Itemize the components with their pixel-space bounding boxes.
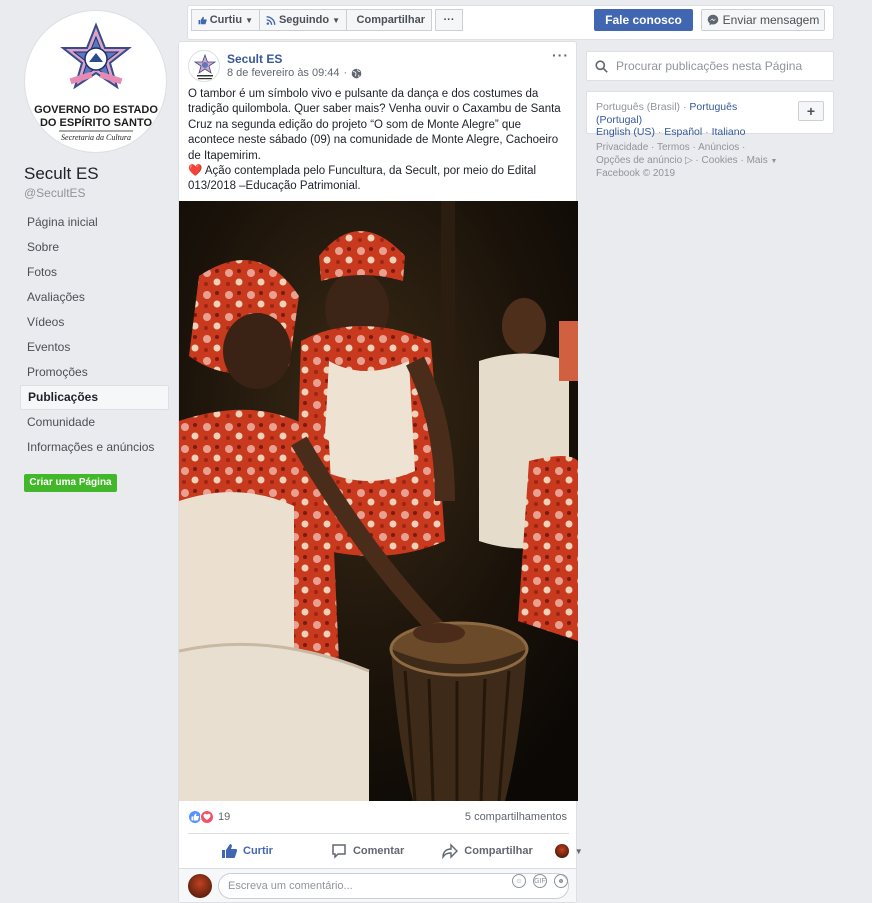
nav-item-home[interactable]: Página inicial: [20, 210, 169, 235]
chevron-down-icon: ▼: [574, 846, 583, 856]
post-actions: Curtir Comentar Compartilhar ▼: [188, 835, 583, 867]
reaction-summary[interactable]: 19: [188, 810, 230, 824]
share-icon: [353, 19, 354, 21]
contact-us-button[interactable]: Fale conosco: [594, 9, 693, 31]
post-share-button[interactable]: Compartilhar: [442, 843, 533, 859]
post-text-funding: ❤️ Ação contemplada pelo Funcultura, da …: [188, 164, 568, 195]
divider: [188, 833, 569, 834]
nav-item-events[interactable]: Eventos: [20, 335, 169, 360]
rss-icon: [266, 15, 276, 25]
lang-link-it[interactable]: Italiano: [712, 126, 746, 138]
share-count[interactable]: 5 compartilhamentos: [465, 811, 567, 823]
footer-link-cookies[interactable]: Cookies: [702, 155, 738, 166]
sticker-icon[interactable]: ☻: [554, 874, 568, 888]
globe-icon[interactable]: [351, 68, 362, 79]
post-meta: 8 de fevereiro às 09:44 ·: [227, 67, 362, 79]
thumbs-up-icon: [222, 844, 237, 858]
copyright: Facebook © 2019: [596, 168, 676, 179]
love-reaction-icon: [200, 810, 214, 824]
more-button[interactable]: ···: [435, 9, 463, 31]
emoji-icon[interactable]: ☺: [512, 874, 526, 888]
heart-icon: ❤️: [188, 165, 203, 178]
logo-line1: GOVERNO DO ESTADO: [34, 104, 158, 116]
chevron-down-icon: ▼: [332, 15, 340, 25]
post-search[interactable]: Procurar publicações nesta Página: [586, 51, 834, 81]
chevron-down-icon: ▼: [770, 157, 778, 165]
post-body: O tambor é um símbolo vivo e pulsante da…: [188, 87, 568, 195]
comment-tools: ☺ GIF ☻: [512, 874, 568, 888]
language-box: Português (Brasil) · Português (Portugal…: [586, 91, 834, 138]
logo-line3: Secretaria da Cultura: [61, 133, 131, 142]
post-author-avatar[interactable]: [188, 50, 220, 82]
footer-links: Privacidade · Termos · Anúncios · Opções…: [596, 142, 778, 179]
reaction-count: 19: [218, 811, 231, 823]
lang-link-es[interactable]: Español: [664, 126, 702, 138]
actor-avatar: [554, 844, 569, 858]
post-card: Secult ES 8 de fevereiro às 09:44 · ··· …: [178, 41, 583, 903]
language-list: Português (Brasil) · Português (Portugal…: [596, 101, 746, 138]
search-icon: [595, 59, 608, 73]
gif-icon[interactable]: GIF: [533, 874, 547, 888]
thumbs-up-icon: [198, 16, 207, 24]
nav-item-community[interactable]: Comunidade: [20, 410, 169, 435]
post-options-icon[interactable]: ···: [552, 47, 569, 63]
like-button[interactable]: Curtir: [221, 843, 273, 859]
post-share-label: Compartilhar: [464, 845, 533, 857]
nav-item-photos[interactable]: Fotos: [20, 260, 169, 285]
post-text-funding-label: Ação contemplada pelo Funcultura, da Sec…: [188, 165, 537, 193]
footer-link-privacy[interactable]: Privacidade: [596, 142, 648, 153]
post-author-name[interactable]: Secult ES: [227, 52, 282, 66]
nav-item-posts[interactable]: Publicações: [20, 385, 169, 410]
page-profile-picture[interactable]: GOVERNO DO ESTADO DO ESPÍRITO SANTO Secr…: [24, 10, 167, 153]
lang-link-en-us[interactable]: English (US): [596, 126, 655, 138]
footer-link-terms[interactable]: Termos: [657, 142, 690, 153]
logo-line2: DO ESPÍRITO SANTO: [40, 116, 153, 129]
current-language: Português (Brasil): [596, 101, 681, 113]
nav-item-videos[interactable]: Vídeos: [20, 310, 169, 335]
dot-separator: ·: [343, 67, 348, 79]
comment-label: Comentar: [352, 845, 405, 857]
chevron-down-icon: ▼: [245, 15, 253, 25]
send-message-button[interactable]: Enviar mensagem: [701, 9, 825, 31]
create-page-button[interactable]: Criar uma Página: [24, 474, 117, 492]
comment-icon: [332, 844, 346, 859]
add-language-button[interactable]: +: [798, 101, 824, 121]
nav-item-reviews[interactable]: Avaliações: [20, 285, 169, 310]
page-nav: Página inicial Sobre Fotos Avaliações Ví…: [20, 210, 169, 460]
quilombola-dancers-photo: [179, 201, 578, 801]
post-text-paragraph: O tambor é um símbolo vivo e pulsante da…: [188, 88, 561, 162]
nav-item-about[interactable]: Sobre: [20, 235, 169, 260]
comment-composer: Escreva um comentário... ☺ GIF ☻: [179, 868, 576, 902]
post-timestamp[interactable]: 8 de fevereiro às 09:44: [227, 67, 340, 79]
share-button[interactable]: Compartilhar: [346, 9, 432, 31]
share-icon: [442, 843, 459, 859]
liked-button[interactable]: Curtiu ▼: [191, 9, 260, 31]
following-button[interactable]: Seguindo ▼: [259, 9, 347, 31]
commenter-avatar: [188, 874, 212, 898]
nav-item-info-ads[interactable]: Informações e anúncios: [20, 435, 169, 460]
liked-label: Curtiu: [209, 14, 243, 26]
react-as-selector[interactable]: ▼: [554, 844, 583, 858]
search-input[interactable]: Procurar publicações nesta Página: [616, 59, 802, 73]
page-action-bar: Curtiu ▼ Seguindo ▼ Compartilhar ··· Fal…: [187, 5, 834, 40]
nav-item-offers[interactable]: Promoções: [20, 360, 169, 385]
following-label: Seguindo: [278, 14, 330, 26]
like-label: Curtir: [243, 845, 273, 857]
footer-link-ads[interactable]: Anúncios: [698, 142, 739, 153]
messenger-icon: [707, 14, 718, 26]
ad-choices-icon: ▷: [684, 154, 693, 166]
send-message-label: Enviar mensagem: [722, 13, 820, 27]
page-handle[interactable]: @SecultES: [24, 186, 86, 200]
page-name[interactable]: Secult ES: [24, 164, 99, 184]
footer-link-ad-choices[interactable]: Opções de anúncio: [596, 155, 682, 166]
post-photo[interactable]: [179, 201, 578, 801]
government-logo: GOVERNO DO ESTADO DO ESPÍRITO SANTO Secr…: [34, 22, 158, 142]
share-label: Compartilhar: [356, 14, 425, 26]
footer-link-more[interactable]: Mais: [747, 155, 768, 166]
comment-button[interactable]: Comentar: [331, 843, 404, 859]
government-logo: [193, 53, 217, 80]
